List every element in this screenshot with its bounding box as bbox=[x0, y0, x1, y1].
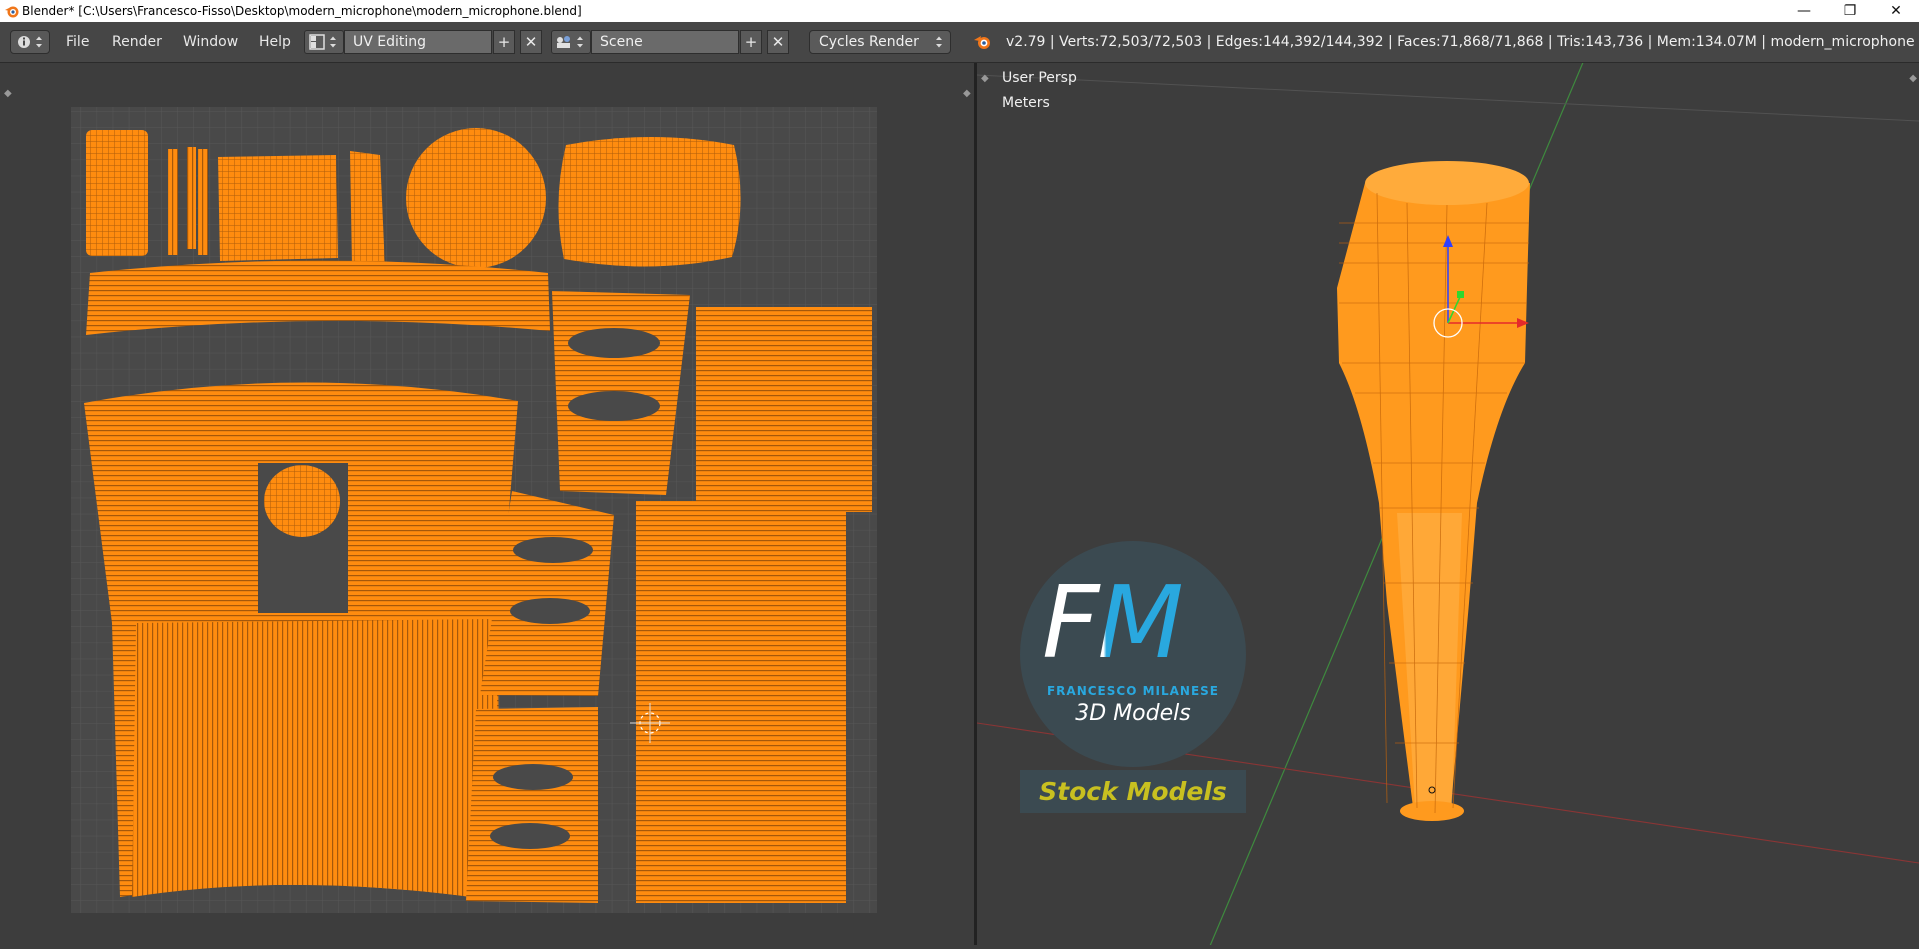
uv-island-disc bbox=[264, 465, 340, 537]
logo-name: FRANCESCO MILANESE bbox=[1046, 684, 1220, 698]
uv-island-ring-3 bbox=[466, 707, 598, 903]
add-screen-layout-button[interactable]: + bbox=[493, 30, 515, 54]
menu-render[interactable]: Render bbox=[112, 30, 162, 54]
minimize-button[interactable]: — bbox=[1781, 0, 1827, 22]
y-axis-handle-icon bbox=[1457, 291, 1464, 298]
microphone-top bbox=[1365, 161, 1529, 205]
uv-image-editor[interactable]: ◆ ◆ bbox=[0, 63, 974, 945]
scene-icon bbox=[557, 36, 583, 48]
render-engine-label: Cycles Render bbox=[819, 34, 919, 50]
editor-type-selector[interactable] bbox=[10, 30, 50, 54]
uv-island-small-1 bbox=[86, 130, 148, 256]
menu-file[interactable]: File bbox=[66, 30, 89, 54]
window-titlebar: Blender* [C:\Users\Francesco-Fisso\Deskt… bbox=[0, 0, 1919, 22]
menu-window[interactable]: Window bbox=[183, 30, 238, 54]
info-icon bbox=[18, 36, 42, 48]
microphone-bottom bbox=[1400, 801, 1464, 821]
info-header: File Render Window Help UV Editing + ✕ S… bbox=[0, 22, 1919, 63]
screen-layout-field[interactable]: UV Editing bbox=[344, 30, 492, 54]
viewport-corner-marker-right[interactable]: ◆ bbox=[1909, 73, 1917, 84]
uv-island-block bbox=[218, 155, 338, 261]
horizon-line bbox=[977, 74, 1919, 122]
uv-island-strip-3 bbox=[198, 149, 208, 255]
blender-logo-icon bbox=[974, 36, 990, 49]
close-window-button[interactable]: ✕ bbox=[1873, 0, 1919, 22]
view-mode-label: User Persp bbox=[1002, 70, 1077, 86]
banner-text: Stock Models bbox=[1039, 777, 1227, 806]
logo-subtitle: 3D Models bbox=[1075, 701, 1191, 726]
viewport-corner-marker[interactable]: ◆ bbox=[981, 73, 989, 84]
units-label: Meters bbox=[1002, 95, 1050, 111]
uv-island-curved bbox=[350, 151, 385, 268]
scene-field[interactable]: Scene bbox=[591, 30, 739, 54]
window-title: Blender* [C:\Users\Francesco-Fisso\Deskt… bbox=[22, 4, 582, 18]
delete-screen-layout-button[interactable]: ✕ bbox=[520, 30, 542, 54]
scene-selector[interactable] bbox=[551, 30, 591, 54]
maximize-button[interactable]: ❐ bbox=[1827, 0, 1873, 22]
delete-scene-button[interactable]: ✕ bbox=[767, 30, 789, 54]
screen-layout-icon bbox=[309, 34, 336, 50]
uv-island-strips-lower bbox=[636, 501, 846, 903]
microphone-model[interactable] bbox=[1337, 161, 1530, 821]
uv-island-strip-1 bbox=[168, 149, 178, 255]
watermark-logo: FM FRANCESCO MILANESE 3D Models bbox=[1020, 541, 1246, 767]
uv-island-strip-2 bbox=[187, 147, 196, 249]
uv-island-cap bbox=[558, 137, 741, 267]
menu-help[interactable]: Help bbox=[259, 30, 291, 54]
logo-letters: FM bbox=[1042, 564, 1184, 681]
uv-island-body-lower bbox=[132, 619, 500, 901]
dropdown-arrows-icon bbox=[936, 36, 942, 48]
3d-viewport[interactable]: User Persp Meters ◆ ◆ FM FRANCESCO MILAN… bbox=[977, 63, 1919, 945]
add-scene-button[interactable]: + bbox=[740, 30, 762, 54]
render-engine-dropdown[interactable]: Cycles Render bbox=[809, 30, 951, 54]
screen-layout-selector[interactable] bbox=[304, 30, 344, 54]
stock-models-banner: Stock Models bbox=[1020, 770, 1246, 813]
area-split-marker[interactable]: ◆ bbox=[4, 88, 12, 99]
uv-island-sphere bbox=[406, 128, 546, 268]
blender-logo-icon bbox=[5, 6, 19, 18]
area-split-marker-right[interactable]: ◆ bbox=[963, 88, 971, 99]
uv-editor-canvas[interactable]: ◆ ◆ bbox=[0, 63, 974, 945]
scene-statistics: v2.79 | Verts:72,503/72,503 | Edges:144,… bbox=[1006, 34, 1915, 50]
uv-island-strips-upper bbox=[696, 307, 872, 512]
